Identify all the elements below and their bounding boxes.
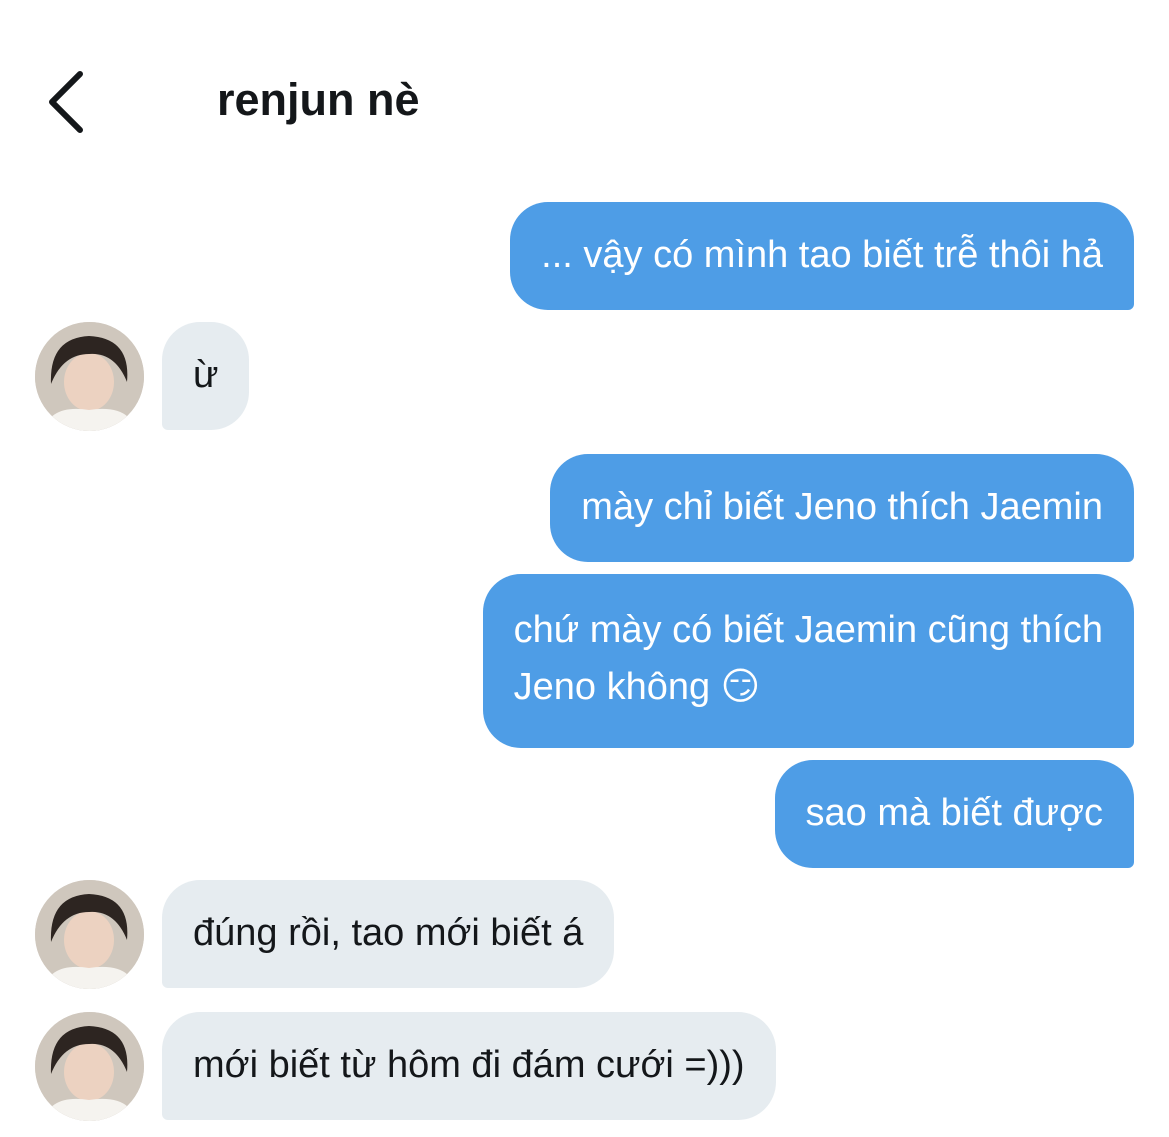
contact-avatar[interactable]: [35, 880, 144, 989]
contact-avatar[interactable]: [35, 1012, 144, 1121]
message-text: Jeno không 😏: [513, 666, 761, 708]
message-bubble-outgoing[interactable]: sao mà biết được: [774, 760, 1134, 868]
message-bubble-incoming[interactable]: mới biết từ hôm đi đám cưới =))): [162, 1012, 776, 1120]
message-bubble-outgoing[interactable]: chứ mày có biết Jaemin cũng thích Jeno k…: [482, 574, 1134, 748]
message-text: ừ: [193, 354, 219, 396]
avatar-image: [35, 1012, 144, 1121]
message-bubble-outgoing[interactable]: ... vậy có mình tao biết trễ thôi hả: [510, 202, 1134, 310]
message-bubble-incoming[interactable]: ừ: [162, 322, 250, 430]
conversation-title: renjun nè: [217, 74, 420, 125]
message-bubble-incoming[interactable]: đúng rồi, tao mới biết á: [162, 880, 615, 988]
message-text: ... vậy có mình tao biết trễ thôi hả: [541, 234, 1103, 276]
message-text: mới biết từ hôm đi đám cưới =))): [193, 1044, 745, 1086]
message-text: mày chỉ biết Jeno thích Jaemin: [581, 486, 1103, 528]
message-text: đúng rồi, tao mới biết á: [193, 912, 584, 954]
chevron-left-icon: [49, 71, 83, 133]
message-text: chứ mày có biết Jaemin cũng thích: [513, 609, 1103, 651]
conversation-header: renjun nè: [0, 0, 1169, 190]
contact-avatar[interactable]: [35, 322, 144, 431]
avatar-image: [35, 322, 144, 431]
back-button[interactable]: [40, 66, 94, 138]
avatar-image: [35, 880, 144, 989]
message-text: sao mà biết được: [805, 792, 1104, 834]
message-bubble-outgoing[interactable]: mày chỉ biết Jeno thích Jaemin: [550, 454, 1134, 562]
